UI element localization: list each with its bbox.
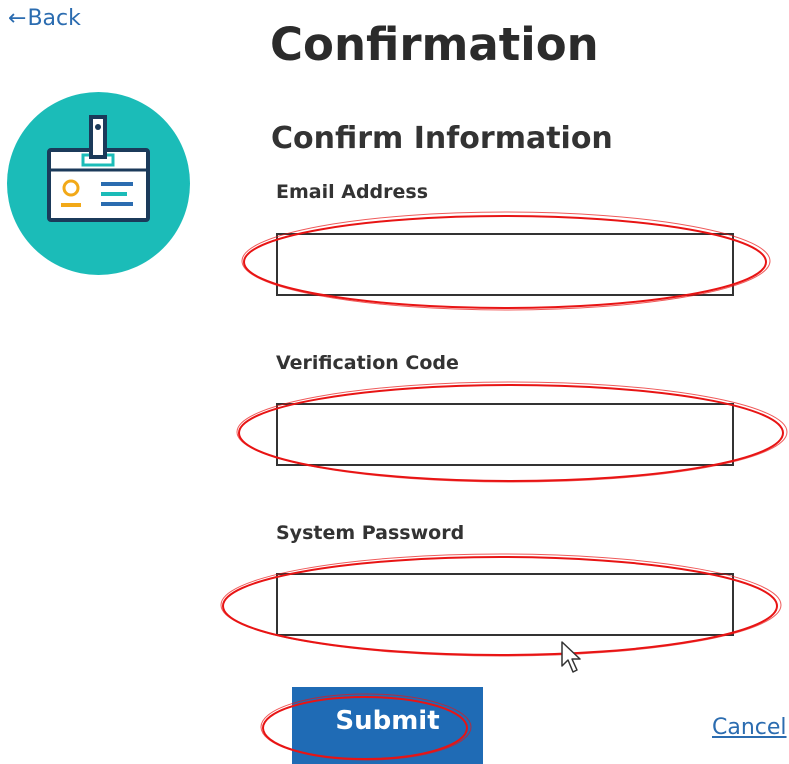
system-password-input[interactable] [276,573,734,636]
email-address-input[interactable] [276,233,734,296]
back-link[interactable]: ← Back [8,8,81,30]
verification-code-label: Verification Code [276,352,459,374]
id-badge-icon [7,92,190,275]
cancel-link[interactable]: Cancel [712,717,787,739]
section-title: Confirm Information [271,121,613,156]
system-password-label: System Password [276,522,465,544]
submit-button[interactable]: Submit [292,687,483,764]
email-address-label: Email Address [276,181,429,203]
verification-code-input[interactable] [276,403,734,466]
left-arrow-icon: ← [8,6,27,31]
mouse-cursor-icon [561,641,581,673]
page-title: Confirmation [270,18,599,71]
back-label: Back [27,6,81,31]
